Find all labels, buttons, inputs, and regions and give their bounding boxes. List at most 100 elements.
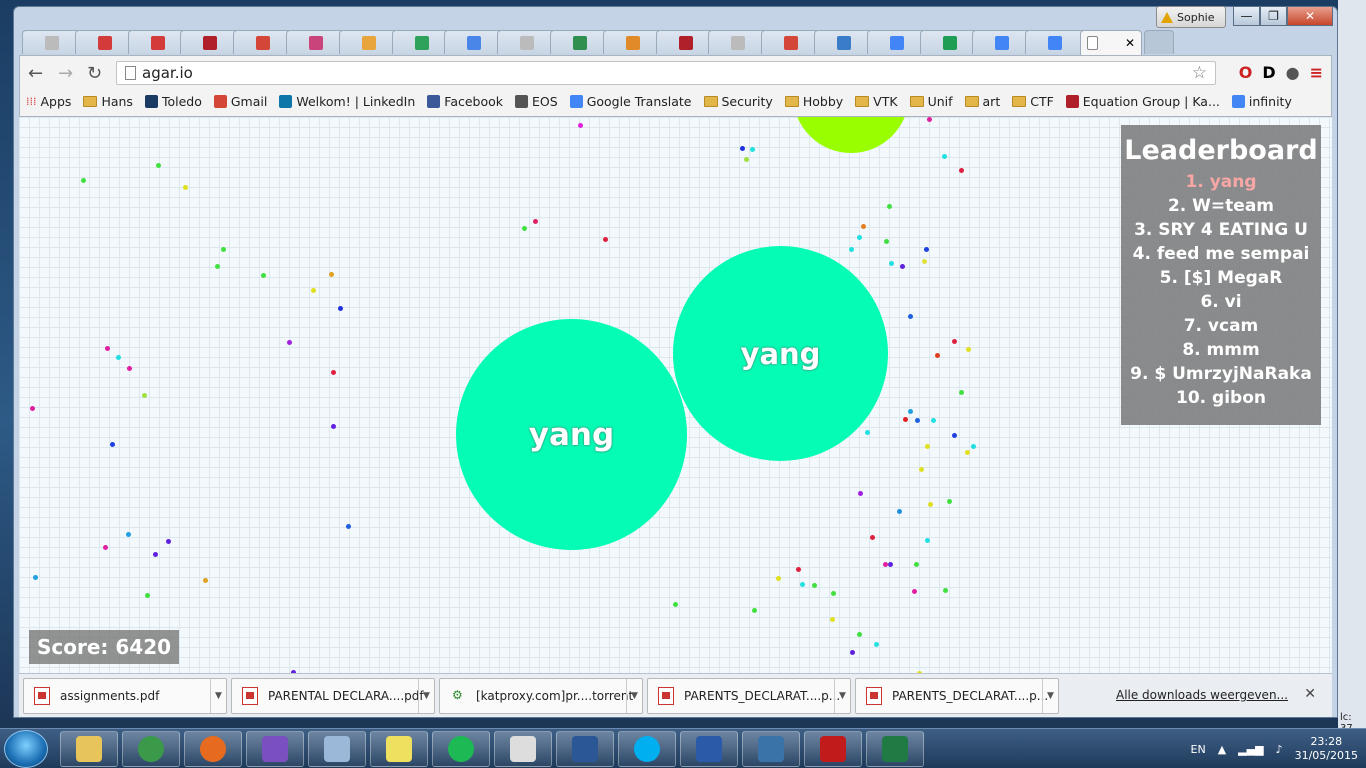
bookmark-gmail[interactable]: Gmail bbox=[213, 94, 267, 109]
leaderboard-entry: 10. gibon bbox=[1176, 388, 1266, 408]
bookmark-label: CTF bbox=[1030, 93, 1054, 109]
browser-tab[interactable] bbox=[1025, 30, 1086, 54]
taskbar-skype[interactable] bbox=[618, 731, 676, 767]
bookmark-ctf[interactable]: CTF bbox=[1012, 94, 1054, 109]
browser-tab[interactable] bbox=[761, 30, 822, 54]
download-menu-icon[interactable]: ▼ bbox=[834, 678, 850, 713]
bookmark-infinity[interactable]: infinity bbox=[1231, 94, 1292, 109]
browser-tab[interactable] bbox=[233, 30, 294, 54]
start-button[interactable] bbox=[4, 730, 48, 768]
download-item[interactable]: assignments.pdf ▼ bbox=[23, 677, 227, 714]
browser-tab[interactable] bbox=[22, 30, 82, 54]
back-icon[interactable]: ← bbox=[28, 63, 43, 84]
taskbar-sticky-notes[interactable] bbox=[370, 731, 428, 767]
bookmark-hobby[interactable]: Hobby bbox=[784, 94, 843, 109]
show-all-downloads-link[interactable]: Alle downloads weergeven... bbox=[1116, 688, 1288, 702]
bookmark-equation-group-ka[interactable]: Equation Group | Ka... bbox=[1065, 94, 1220, 109]
taskbar-tex[interactable] bbox=[494, 731, 552, 767]
download-menu-icon[interactable]: ▼ bbox=[210, 678, 226, 713]
browser-tab[interactable] bbox=[602, 30, 663, 54]
browser-tab[interactable] bbox=[708, 30, 769, 54]
browser-tab[interactable] bbox=[497, 30, 558, 54]
taskbar-explorer[interactable] bbox=[60, 731, 118, 767]
site-icon bbox=[213, 94, 227, 108]
download-item[interactable]: PARENTS_DECLARAT....p... ▼ bbox=[855, 677, 1059, 714]
star-icon[interactable]: ☆ bbox=[1192, 63, 1207, 83]
taskbar-calculator[interactable] bbox=[308, 731, 366, 767]
tab-strip: ✕ bbox=[22, 30, 1342, 55]
bookmark-google-translate[interactable]: Google Translate bbox=[569, 94, 692, 109]
taskbar-powershell[interactable] bbox=[680, 731, 738, 767]
page-icon bbox=[1087, 36, 1098, 50]
taskbar-excel[interactable] bbox=[866, 731, 924, 767]
food-pellet bbox=[203, 578, 208, 583]
browser-tab[interactable] bbox=[655, 30, 716, 54]
language-indicator[interactable]: EN bbox=[1191, 743, 1206, 756]
download-item[interactable]: PARENTAL DECLARA....pdf ▼ bbox=[231, 677, 435, 714]
browser-tab[interactable] bbox=[866, 30, 927, 54]
taskbar-python[interactable] bbox=[742, 731, 800, 767]
taskbar-word[interactable] bbox=[556, 731, 614, 767]
network-icon[interactable]: ▂▄▆ bbox=[1238, 743, 1263, 756]
clock[interactable]: 23:28 31/05/2015 bbox=[1295, 735, 1358, 763]
bookmark-vtk[interactable]: VTK bbox=[855, 94, 898, 109]
bookmark-art[interactable]: art bbox=[964, 94, 1000, 109]
d-ext-icon[interactable]: D bbox=[1262, 63, 1275, 82]
volume-icon[interactable]: ♪ bbox=[1276, 743, 1283, 756]
food-pellet bbox=[338, 306, 343, 311]
browser-tab[interactable] bbox=[814, 30, 874, 54]
game-canvas[interactable]: yang yang Leaderboard 1. yang 2. W=team 3.… bbox=[19, 117, 1332, 673]
maximize-button[interactable]: ❐ bbox=[1260, 6, 1287, 26]
browser-tab[interactable] bbox=[127, 30, 188, 54]
food-pellet bbox=[331, 370, 336, 375]
new-tab-button[interactable] bbox=[1144, 30, 1174, 54]
close-window-button[interactable]: ✕ bbox=[1287, 6, 1333, 26]
forward-icon[interactable]: → bbox=[58, 63, 73, 84]
download-menu-icon[interactable]: ▼ bbox=[626, 678, 642, 713]
bookmark-facebook[interactable]: Facebook bbox=[427, 94, 503, 109]
reload-icon[interactable]: ↻ bbox=[87, 63, 102, 84]
bookmark-toledo[interactable]: Toledo bbox=[144, 94, 202, 109]
url-text: agar.io bbox=[142, 64, 193, 82]
download-menu-icon[interactable]: ▼ bbox=[1042, 678, 1058, 713]
bookmark-apps[interactable]: ⁞⁞⁞ Apps bbox=[26, 94, 71, 109]
browser-tab[interactable] bbox=[972, 30, 1033, 54]
browser-tab[interactable] bbox=[286, 30, 346, 54]
download-menu-icon[interactable]: ▼ bbox=[418, 678, 434, 713]
browser-tab[interactable] bbox=[919, 30, 980, 54]
bookmark-eos[interactable]: EOS bbox=[515, 94, 558, 109]
pdf-icon bbox=[658, 686, 674, 705]
browser-tab[interactable] bbox=[180, 30, 241, 54]
taskbar-chrome[interactable] bbox=[122, 731, 180, 767]
taskbar-firefox[interactable] bbox=[184, 731, 242, 767]
leaderboard-entry: 7. vcam bbox=[1183, 316, 1259, 336]
bookmark-unif[interactable]: Unif bbox=[909, 94, 953, 109]
menu-icon[interactable]: ≡ bbox=[1310, 63, 1323, 82]
address-bar[interactable]: agar.io ☆ bbox=[116, 61, 1216, 85]
taskbar-spotify[interactable] bbox=[432, 731, 490, 767]
browser-tab[interactable] bbox=[391, 30, 452, 54]
leaderboard-entry: 8. mmm bbox=[1182, 340, 1260, 360]
browser-tab[interactable] bbox=[338, 30, 399, 54]
profile-button[interactable]: Sophie bbox=[1156, 6, 1226, 28]
bookmark-welkom-linkedin[interactable]: Welkom! | LinkedIn bbox=[279, 94, 415, 109]
food-pellet bbox=[673, 602, 678, 607]
active-tab[interactable]: ✕ bbox=[1080, 30, 1142, 55]
food-pellet bbox=[221, 247, 226, 252]
tab-close-icon[interactable]: ✕ bbox=[1125, 36, 1135, 50]
taskbar-acrobat[interactable] bbox=[804, 731, 862, 767]
taskbar-cat-app[interactable] bbox=[246, 731, 304, 767]
download-item[interactable]: PARENTS_DECLARAT....p... ▼ bbox=[647, 677, 851, 714]
bookmark-hans[interactable]: Hans bbox=[83, 94, 133, 109]
browser-tab[interactable] bbox=[74, 30, 135, 54]
download-item[interactable]: ⚙ [katproxy.com]pr....torrent ▼ bbox=[439, 677, 643, 714]
tray-arrow-icon[interactable]: ▲ bbox=[1218, 743, 1226, 756]
opera-ext-icon[interactable]: O bbox=[1239, 63, 1253, 82]
food-pellet bbox=[942, 154, 947, 159]
close-downloads-icon[interactable]: ✕ bbox=[1304, 686, 1316, 702]
minimize-button[interactable]: — bbox=[1233, 6, 1260, 26]
globe-icon[interactable]: ● bbox=[1286, 63, 1300, 82]
browser-tab[interactable] bbox=[550, 30, 610, 54]
bookmark-security[interactable]: Security bbox=[703, 94, 773, 109]
browser-tab[interactable] bbox=[444, 30, 505, 54]
